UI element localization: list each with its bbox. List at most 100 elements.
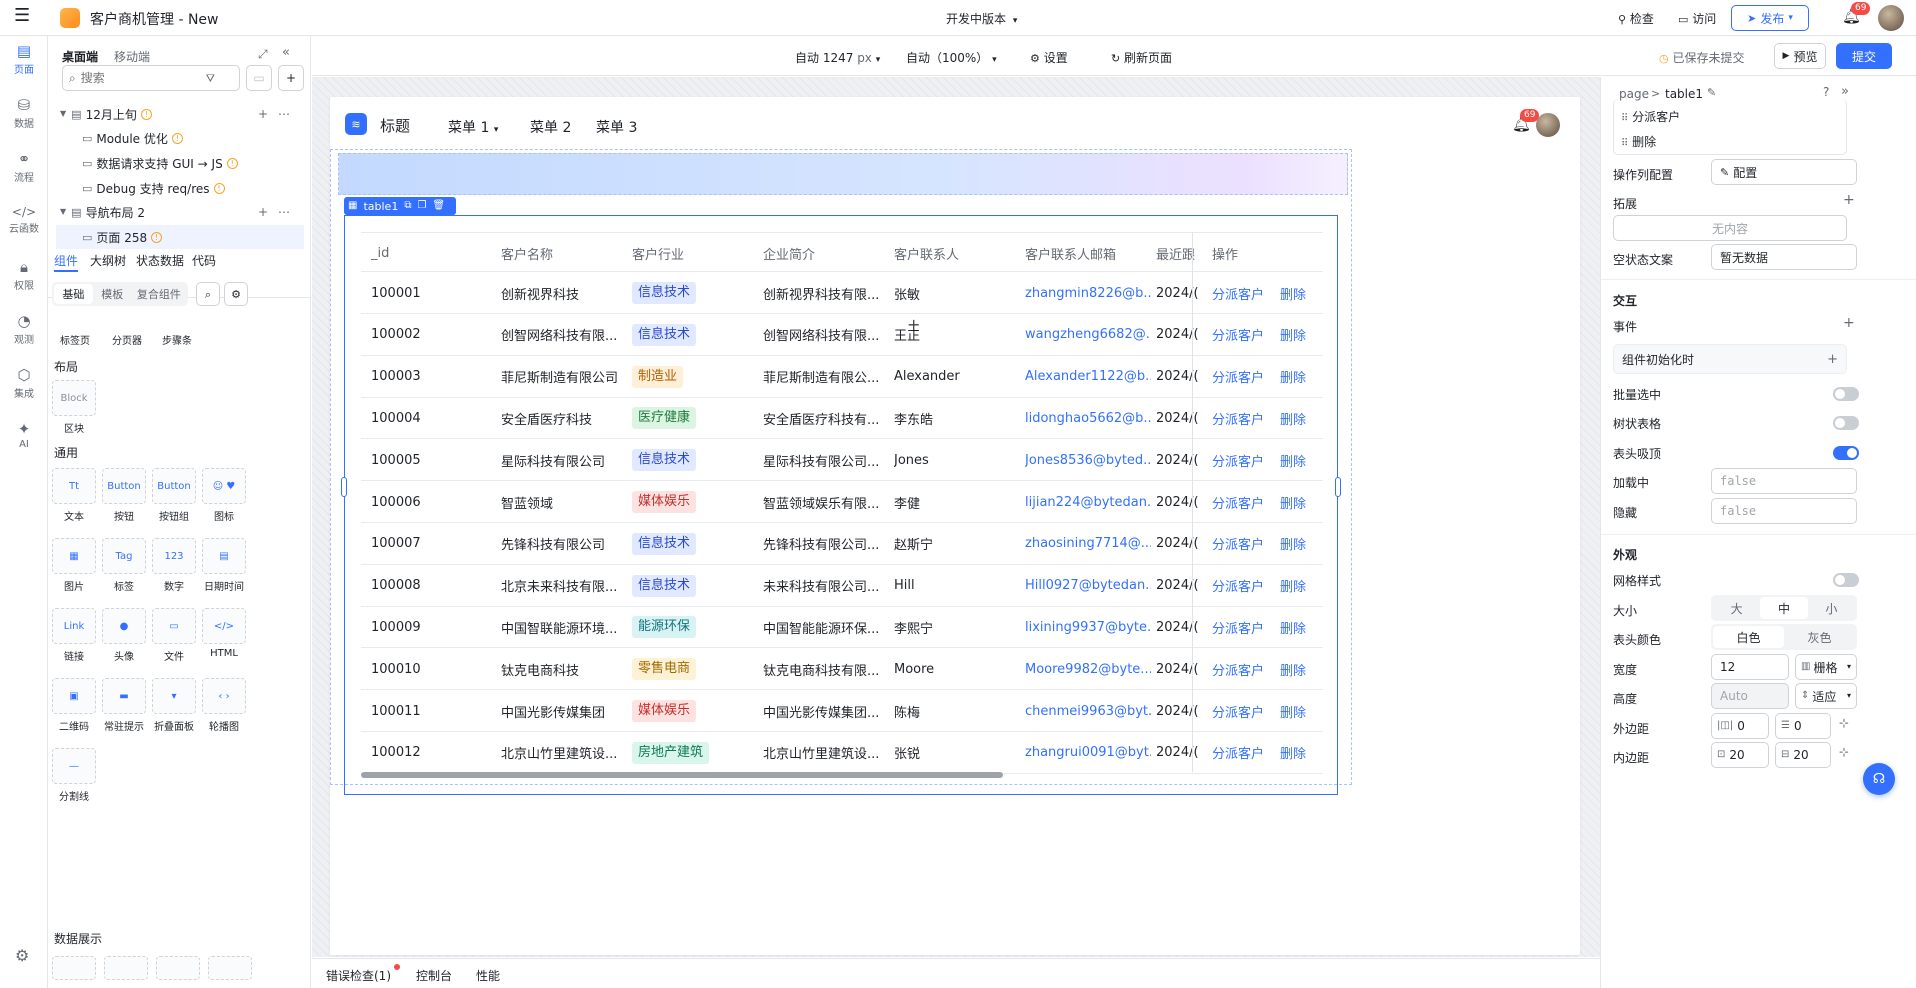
height-input[interactable]: Auto xyxy=(1711,683,1789,709)
delete-link[interactable]: 删除 xyxy=(1280,702,1306,721)
email-cell[interactable]: lixining9937@byte... xyxy=(1025,606,1151,648)
component-tile[interactable]: ▾ 折叠面板 xyxy=(152,678,196,733)
component-thumb-table[interactable] xyxy=(52,956,96,980)
hamburger-menu-icon[interactable]: ☰ xyxy=(14,7,30,25)
tab-outline[interactable]: 大纲树 xyxy=(90,252,126,269)
refresh-button[interactable]: ↻ 刷新页面 xyxy=(1111,49,1172,66)
table-row[interactable]: 100009 中国智联能源环境... 能源环保 中国智能能源环保... 李熙宁 lixin… xyxy=(361,606,1323,649)
tab-code[interactable]: 代码 xyxy=(192,252,216,269)
component-tile[interactable]: 123 数字 xyxy=(152,538,196,593)
table-row[interactable]: 100006 智蓝领域 媒体娱乐 智蓝领域娱乐有限... 李健 lijian224@byt… xyxy=(361,481,1323,523)
rail-item-pages[interactable]: ▤ 页面 xyxy=(0,44,48,77)
sub-tab-basic[interactable]: 基础 xyxy=(54,284,93,304)
action-list-item[interactable]: ⠿ 删除 xyxy=(1621,133,1656,150)
copy-icon[interactable]: ⧉ xyxy=(404,201,411,211)
component-label[interactable]: 标签页 xyxy=(60,332,90,347)
component-tile[interactable]: Tag 标签 xyxy=(102,538,146,593)
assign-customer-link[interactable]: 分派客户 xyxy=(1212,618,1264,637)
component-thumb-card[interactable] xyxy=(156,956,200,980)
user-avatar[interactable] xyxy=(1878,5,1904,31)
width-selector[interactable]: 自动 1247 px ▾ xyxy=(795,49,880,66)
component-tile[interactable]: Button 按钮 xyxy=(102,468,146,523)
tab-state-data[interactable]: 状态数据 xyxy=(136,252,184,269)
table-row[interactable]: 100002 创智网络科技有限... 信息技术 创智网络科技有限... 王正 wangzh… xyxy=(361,314,1323,356)
component-tile[interactable]: ‹ › 轮播图 xyxy=(202,678,246,733)
width-unit-select[interactable]: ▥ 栅格 ▾ xyxy=(1795,654,1857,680)
email-cell[interactable]: zhangmin8226@b... xyxy=(1025,272,1151,314)
email-cell[interactable]: Moore9982@byte... xyxy=(1025,648,1151,690)
delete-link[interactable]: 删除 xyxy=(1280,451,1306,470)
table-row[interactable]: 100003 菲尼斯制造有限公司 制造业 菲尼斯制造有限公... Alexander Al… xyxy=(361,356,1323,398)
table-row[interactable]: 100010 钛克电商科技 零售电商 钛克电商科技有限... Moore Moore998… xyxy=(361,648,1323,691)
assign-customer-link[interactable]: 分派客户 xyxy=(1212,702,1264,721)
plus-icon[interactable]: + xyxy=(1843,193,1855,207)
component-thumb-descriptions[interactable] xyxy=(208,956,252,980)
margin-vertical-input[interactable]: ☰ 0 xyxy=(1775,713,1831,739)
email-cell[interactable]: Alexander1122@b... xyxy=(1025,356,1151,398)
link-spacing-icon[interactable]: ⊹ xyxy=(1839,717,1849,729)
add-page-button[interactable]: + xyxy=(278,65,304,91)
component-block[interactable]: Block 区块 xyxy=(52,380,96,435)
more-icon[interactable]: ⋯ xyxy=(278,108,290,120)
empty-text-input[interactable]: 暂无数据 xyxy=(1711,244,1857,270)
table-row[interactable]: 100011 中国光影传媒集团 媒体娱乐 中国光影传媒集团... 陈梅 chenmei99… xyxy=(361,690,1323,732)
zoom-selector[interactable]: 自动（100%） ▾ xyxy=(906,49,997,66)
tab-mobile[interactable]: 移动端 xyxy=(114,48,150,65)
delete-link[interactable]: 删除 xyxy=(1280,409,1306,428)
size-option-small[interactable]: 小 xyxy=(1808,597,1855,619)
header-color-gray[interactable]: 灰色 xyxy=(1784,626,1855,648)
tab-console[interactable]: 控制台 xyxy=(416,967,452,984)
assign-customer-link[interactable]: 分派客户 xyxy=(1212,576,1264,595)
tab-performance[interactable]: 性能 xyxy=(476,967,500,984)
plus-icon[interactable]: + xyxy=(258,206,268,218)
component-tile[interactable]: Button 按钮组 xyxy=(152,468,196,523)
delete-link[interactable]: 删除 xyxy=(1280,284,1306,303)
delete-link[interactable]: 删除 xyxy=(1280,534,1306,553)
delete-icon[interactable]: 🗑︎ xyxy=(432,201,445,211)
rail-item-flow[interactable]: ⚭ 流程 xyxy=(0,152,48,185)
help-icon[interactable]: ? xyxy=(1823,86,1829,98)
component-thumb-list[interactable] xyxy=(104,956,148,980)
size-option-medium[interactable]: 中 xyxy=(1760,597,1808,619)
loading-input[interactable]: false xyxy=(1711,468,1857,494)
margin-horizontal-input[interactable]: |◫| 0 xyxy=(1711,713,1769,739)
width-input[interactable]: 12 xyxy=(1711,654,1789,680)
visit-button[interactable]: ▭ 访问 xyxy=(1678,10,1716,27)
table-row[interactable]: 100007 先锋科技有限公司 信息技术 先锋科技有限公司... 赵斯宁 zhaosini… xyxy=(361,523,1323,565)
tab-desktop[interactable]: 桌面端 xyxy=(62,48,98,65)
delete-link[interactable]: 删除 xyxy=(1280,618,1306,637)
size-option-large[interactable]: 大 xyxy=(1713,597,1760,619)
resize-handle-right[interactable] xyxy=(1335,477,1341,497)
rail-item-permission[interactable]: 🔒︎ 权限 xyxy=(0,260,48,293)
sticky-header-toggle[interactable] xyxy=(1833,446,1859,460)
preview-menu-2[interactable]: 菜单 2 xyxy=(530,117,571,137)
assign-customer-link[interactable]: 分派客户 xyxy=(1212,493,1264,512)
tree-folder-dec[interactable]: ▼ ▤ 12月上旬! + ⋯ xyxy=(56,102,304,126)
delete-link[interactable]: 删除 xyxy=(1280,493,1306,512)
submit-button[interactable]: 提交 xyxy=(1836,43,1892,69)
more-icon[interactable]: ⋯ xyxy=(278,206,290,218)
delete-link[interactable]: 删除 xyxy=(1280,576,1306,595)
tree-page-item-selected[interactable]: ▭ 页面 258! xyxy=(56,225,304,249)
event-item[interactable]: 组件初始化时 + xyxy=(1613,344,1847,374)
rail-item-observe[interactable]: ◔ 观测 xyxy=(0,314,48,347)
plus-icon[interactable]: + xyxy=(1827,353,1838,366)
component-tile[interactable]: ● 头像 xyxy=(102,608,146,663)
page-template-button[interactable]: ▭ xyxy=(246,65,272,91)
tree-page-item[interactable]: ▭ Debug 支持 req/res! xyxy=(56,176,304,200)
expand-icon[interactable]: ⤢ xyxy=(258,48,268,60)
table-row[interactable]: 100005 星际科技有限公司 信息技术 星际科技有限公司... Jones Jones8… xyxy=(361,439,1323,482)
padding-vertical-input[interactable]: ⊟ 20 xyxy=(1775,742,1831,768)
component-tile[interactable]: ▤ 日期时间 xyxy=(202,538,246,593)
resize-handle-left[interactable] xyxy=(341,477,347,497)
plus-icon[interactable]: + xyxy=(1843,316,1855,330)
sub-tab-template[interactable]: 模板 xyxy=(93,284,132,304)
assign-customer-link[interactable]: 分派客户 xyxy=(1212,534,1264,553)
header-color-white[interactable]: 白色 xyxy=(1713,626,1784,648)
email-cell[interactable]: lidonghao5662@b... xyxy=(1025,397,1151,439)
hidden-input[interactable]: false xyxy=(1711,498,1857,524)
tree-folder-nav[interactable]: ▼ ▤ 导航布局 2 + ⋯ xyxy=(56,200,304,224)
preview-button[interactable]: ▶ 预览 xyxy=(1774,43,1826,69)
batch-select-toggle[interactable] xyxy=(1833,387,1859,401)
assign-customer-link[interactable]: 分派客户 xyxy=(1212,284,1264,303)
